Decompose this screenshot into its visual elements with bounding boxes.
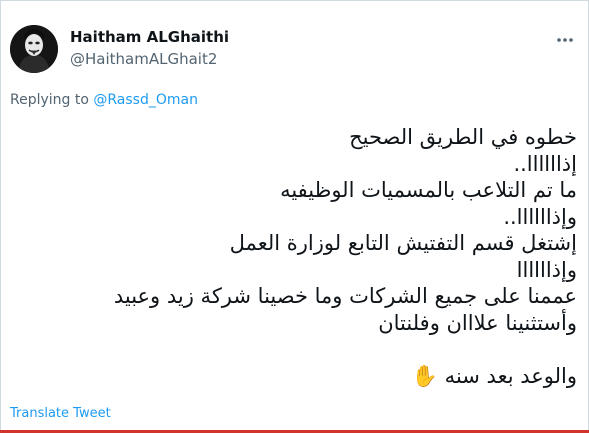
reply-mention-link[interactable]: @Rassd_Oman (93, 92, 198, 108)
tweet-line: ما تم التلاعب بالمسميات الوظيفيه (280, 178, 577, 202)
more-horizontal-icon (555, 34, 575, 55)
tweet-line: وإذاااااا.. (503, 204, 577, 229)
tweet-line: وإذاااااا (516, 257, 577, 282)
author-display-name[interactable]: Haitham ALGhaithi (70, 28, 229, 46)
translate-tweet-link[interactable]: Translate Tweet (10, 406, 111, 421)
tweet-line: والوعد بعد سنه ✋ (411, 363, 577, 388)
masked-figure-avatar-icon (10, 25, 58, 73)
tweet-line: إذاااااا.. (513, 151, 577, 176)
tweet-line: خطوه في الطريق الصحيح (349, 125, 577, 149)
tweet-line: وأستثنينا علااان وفلنتان (378, 310, 577, 335)
tweet-line: عممنا على جميع الشركات وما خصينا شركة زي… (113, 284, 577, 308)
more-options-button[interactable] (555, 30, 575, 55)
author-avatar[interactable] (10, 25, 58, 73)
replying-to: Replying to @Rassd_Oman (10, 92, 198, 108)
replying-to-label: Replying to (10, 92, 89, 108)
author-handle[interactable]: @HaithamALGhait2 (70, 50, 217, 68)
tweet-line: إشتغل قسم التفتيش التابع لوزارة العمل (229, 231, 577, 255)
tweet-text: خطوه في الطريق الصحيح إذاااااا.. ما تم ا… (12, 124, 577, 389)
